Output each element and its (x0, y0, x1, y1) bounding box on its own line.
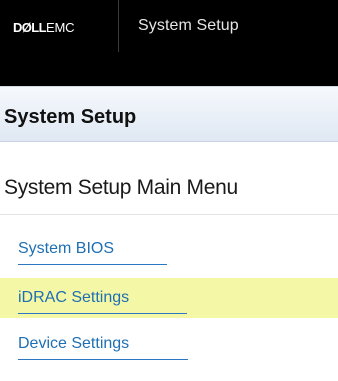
menu-item-label: System BIOS (18, 240, 115, 257)
top-bar: DØLLEMC System Setup (0, 0, 338, 86)
main-menu-heading: System Setup Main Menu (4, 176, 238, 199)
menu-item-idrac-settings[interactable]: iDRAC Settings (0, 278, 338, 318)
page-title: System Setup (4, 106, 137, 128)
link-underline (18, 359, 188, 360)
section-header: System Setup (0, 86, 338, 142)
link-underline (18, 264, 167, 265)
app-title: System Setup (138, 17, 239, 34)
brand-dell-text: DØLL (13, 20, 47, 35)
dell-emc-logo: DØLLEMC (13, 20, 74, 36)
header-divider (118, 0, 119, 52)
heading-divider (0, 214, 338, 215)
brand-emc-text: EMC (45, 20, 75, 35)
menu-item-label: Device Settings (18, 335, 130, 352)
menu-item-device-settings[interactable]: Device Settings (0, 324, 338, 364)
menu-item-system-bios[interactable]: System BIOS (0, 229, 338, 269)
link-underline (18, 313, 187, 314)
menu-item-label: iDRAC Settings (18, 289, 130, 306)
